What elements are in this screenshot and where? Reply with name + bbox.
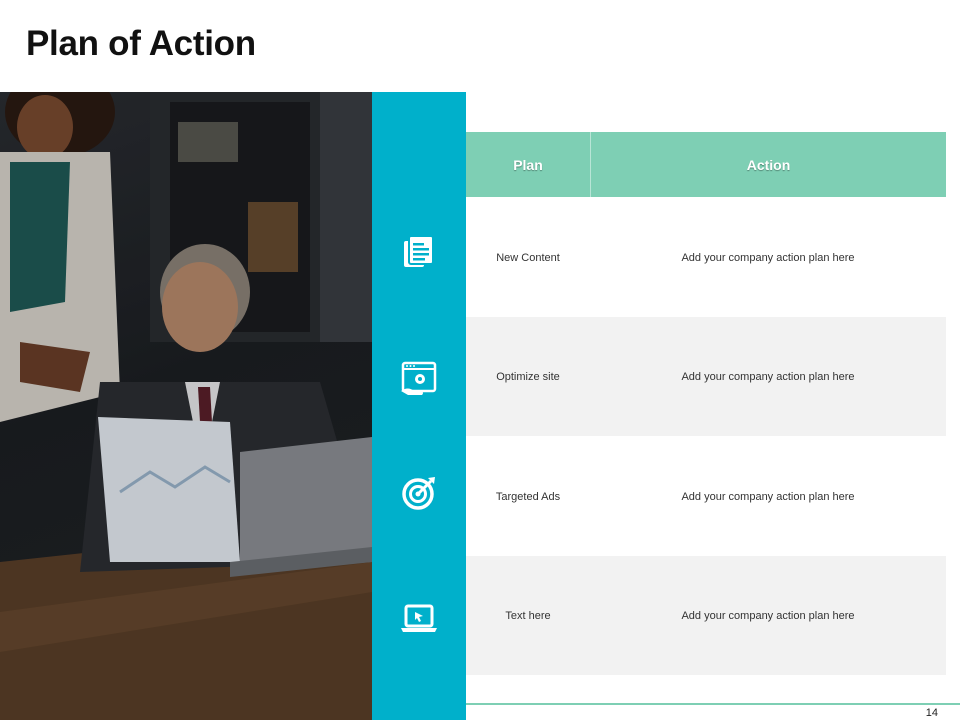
meeting-photo (0, 92, 372, 720)
document-icon (398, 232, 440, 274)
plan-column-header: Plan (466, 132, 591, 197)
action-column-header: Action (746, 156, 791, 173)
plan-cell: Text here (505, 609, 551, 622)
action-cell: Add your company action plan here (681, 251, 855, 264)
page-number: 14 (925, 707, 938, 719)
optimize-site-icon (398, 358, 440, 400)
action-cell: Add your company action plan here (681, 370, 855, 383)
plan-cell: New Content (496, 251, 560, 264)
table-row: New Content Add your company action plan… (466, 198, 946, 317)
table-header: Plan Action (466, 132, 946, 197)
plan-cell: Optimize site (496, 370, 560, 383)
laptop-icon (398, 598, 440, 640)
table-row: Targeted Ads Add your company action pla… (466, 437, 946, 556)
slide-title: Plan of Action (26, 24, 256, 63)
action-cell: Add your company action plan here (681, 609, 855, 622)
plan-cell: Targeted Ads (495, 490, 561, 503)
bottom-divider (466, 703, 960, 705)
target-icon (398, 472, 440, 514)
table-row: Text here Add your company action plan h… (466, 556, 946, 675)
table-row: Optimize site Add your company action pl… (466, 317, 946, 436)
action-cell: Add your company action plan here (681, 490, 855, 503)
